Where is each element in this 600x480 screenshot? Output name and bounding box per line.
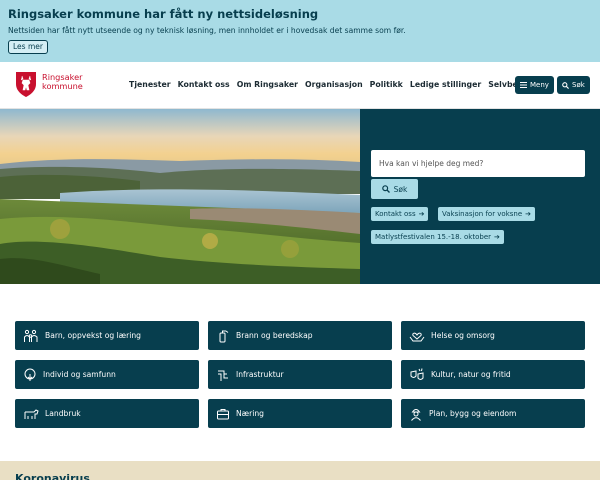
arrow-right-icon: ➔: [525, 210, 532, 218]
heart-hands-icon: [409, 332, 425, 341]
search-button-label: Søk: [393, 184, 408, 194]
tree-icon: [24, 368, 36, 381]
pipes-icon: [218, 370, 228, 381]
tile-barn-oppvekst[interactable]: Barn, oppvekst og læring: [15, 321, 199, 350]
nav-item-kontakt-oss[interactable]: Kontakt oss: [178, 80, 230, 89]
tile-label: Landbruk: [45, 409, 81, 418]
site-header: Ringsaker kommune Tjenester Kontakt oss …: [0, 62, 600, 109]
search-icon: [562, 81, 569, 89]
tile-naering[interactable]: Næring: [208, 399, 392, 428]
nav-item-om-ringsaker[interactable]: Om Ringsaker: [237, 80, 298, 89]
logo[interactable]: Ringsaker kommune: [15, 70, 95, 102]
corona-title: Koronavirus: [15, 472, 90, 480]
nav-item-ledige-stillinger[interactable]: Ledige stillinger: [410, 80, 481, 89]
coat-of-arms-icon: [16, 72, 36, 97]
tile-label: Plan, bygg og eiendom: [429, 409, 517, 418]
tile-label: Kultur, natur og fritid: [431, 370, 511, 379]
nav-item-organisasjon[interactable]: Organisasjon: [305, 80, 363, 89]
search-panel: Søk Kontakt oss ➔ Vaksinasjon for voksne…: [360, 109, 600, 284]
arrow-right-icon: ➔: [494, 233, 500, 241]
header-search-button[interactable]: Søk: [557, 76, 590, 94]
arrow-right-icon: ➔: [418, 210, 425, 218]
quick-link-label: Vaksinasjon for voksne: [442, 210, 523, 218]
tile-infrastruktur[interactable]: Infrastruktur: [208, 360, 392, 389]
banner-text: Nettsiden har fått nytt utseende og ny t…: [8, 26, 406, 35]
quick-link-label: Kontakt oss: [375, 210, 416, 218]
worker-icon: [411, 408, 421, 421]
quick-link-vaksinasjon[interactable]: Vaksinasjon for voksne ➔: [438, 207, 536, 221]
tile-helse-omsorg[interactable]: Helse og omsorg: [401, 321, 585, 350]
read-more-button[interactable]: Les mer: [8, 40, 48, 54]
menu-button-label: Meny: [530, 81, 549, 89]
cow-icon: [24, 408, 39, 419]
corona-section: Koronavirus: [0, 461, 600, 480]
tile-label: Næring: [236, 409, 265, 418]
theater-icon: [410, 367, 424, 380]
landscape-photo: [0, 109, 360, 284]
hamburger-icon: [520, 82, 527, 88]
search-input[interactable]: [371, 150, 585, 177]
info-banner: Ringsaker kommune har fått ny nettsidelø…: [0, 0, 600, 62]
quick-link-kontakt-oss[interactable]: Kontakt oss ➔: [371, 207, 429, 221]
briefcase-icon: [217, 408, 229, 419]
nav-item-politikk[interactable]: Politikk: [370, 80, 403, 89]
tile-label: Barn, oppvekst og læring: [45, 331, 142, 340]
search-icon: [381, 185, 390, 193]
tile-landbruk[interactable]: Landbruk: [15, 399, 199, 428]
tile-kultur-natur[interactable]: Kultur, natur og fritid: [401, 360, 585, 389]
header-search-label: Søk: [572, 81, 585, 89]
tile-label: Helse og omsorg: [431, 331, 495, 340]
tile-brann-beredskap[interactable]: Brann og beredskap: [208, 321, 392, 350]
tile-plan-bygg[interactable]: Plan, bygg og eiendom: [401, 399, 585, 428]
main-nav: Tjenester Kontakt oss Om Ringsaker Organ…: [129, 80, 549, 89]
quick-link-matlystfestivalen[interactable]: Matlystfestivalen 15.-18. oktober ➔: [371, 230, 504, 244]
tile-individ-samfunn[interactable]: Individ og samfunn: [15, 360, 199, 389]
tile-label: Infrastruktur: [236, 370, 284, 379]
nav-item-tjenester[interactable]: Tjenester: [129, 80, 171, 89]
tile-label: Individ og samfunn: [43, 370, 116, 379]
fire-extinguisher-icon: [219, 330, 229, 342]
hero: Søk Kontakt oss ➔ Vaksinasjon for voksne…: [0, 109, 600, 284]
tile-label: Brann og beredskap: [236, 331, 313, 340]
quick-link-label: Matlystfestivalen 15.-18. oktober: [375, 233, 492, 241]
menu-button[interactable]: Meny: [515, 76, 554, 94]
banner-title: Ringsaker kommune har fått ny nettsidelø…: [8, 7, 319, 21]
family-icon: [24, 329, 38, 342]
logo-line-2: kommune: [42, 81, 83, 91]
search-button[interactable]: Søk: [371, 179, 418, 199]
